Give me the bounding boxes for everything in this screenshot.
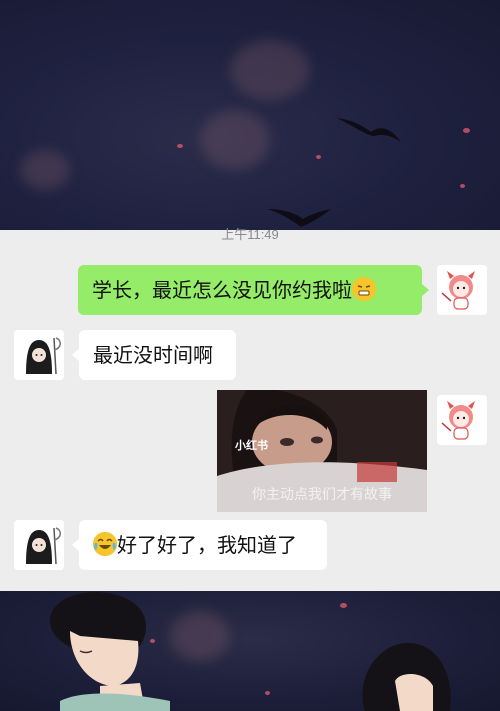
message-text: 最近没时间啊 [93,343,213,367]
reaper-cartoon-avatar-icon [14,330,64,380]
image-caption: 你主动点我们才有故事 [252,487,392,503]
boy-illustration [50,592,170,711]
reaper-cartoon-avatar-icon [14,520,64,570]
bottom-banner-image [0,591,500,711]
bird-icon [337,118,401,142]
chat-area: 上午11:49 学长，最近怎么没见你约我啦 最近没时间啊 小红书 你主动点我们才… [0,227,500,591]
top-banner-image [0,0,500,230]
image-message[interactable]: 小红书 你主动点我们才有故事 [217,390,427,512]
contact-avatar[interactable] [14,330,64,380]
message-bubble-received[interactable]: 好了好了，我知道了 [72,520,327,570]
my-avatar[interactable] [437,395,487,445]
message-text: 好了好了，我知道了 [117,533,297,557]
my-avatar[interactable] [437,265,487,315]
laugh-cry-emoji [93,532,117,556]
message-bubble-received[interactable]: 最近没时间啊 [72,330,236,380]
devil-cartoon-avatar-icon [437,265,487,315]
grimace-emoji [352,277,376,301]
message-text: 学长，最近怎么没见你约我啦 [92,278,352,302]
contact-avatar[interactable] [14,520,64,570]
girl-illustration [362,642,451,711]
message-bubble-sent[interactable]: 学长，最近怎么没见你约我啦 [78,265,429,315]
devil-cartoon-avatar-icon [437,395,487,445]
watermark-label: 小红书 [235,439,268,452]
message-timestamp: 上午11:49 [221,227,279,242]
